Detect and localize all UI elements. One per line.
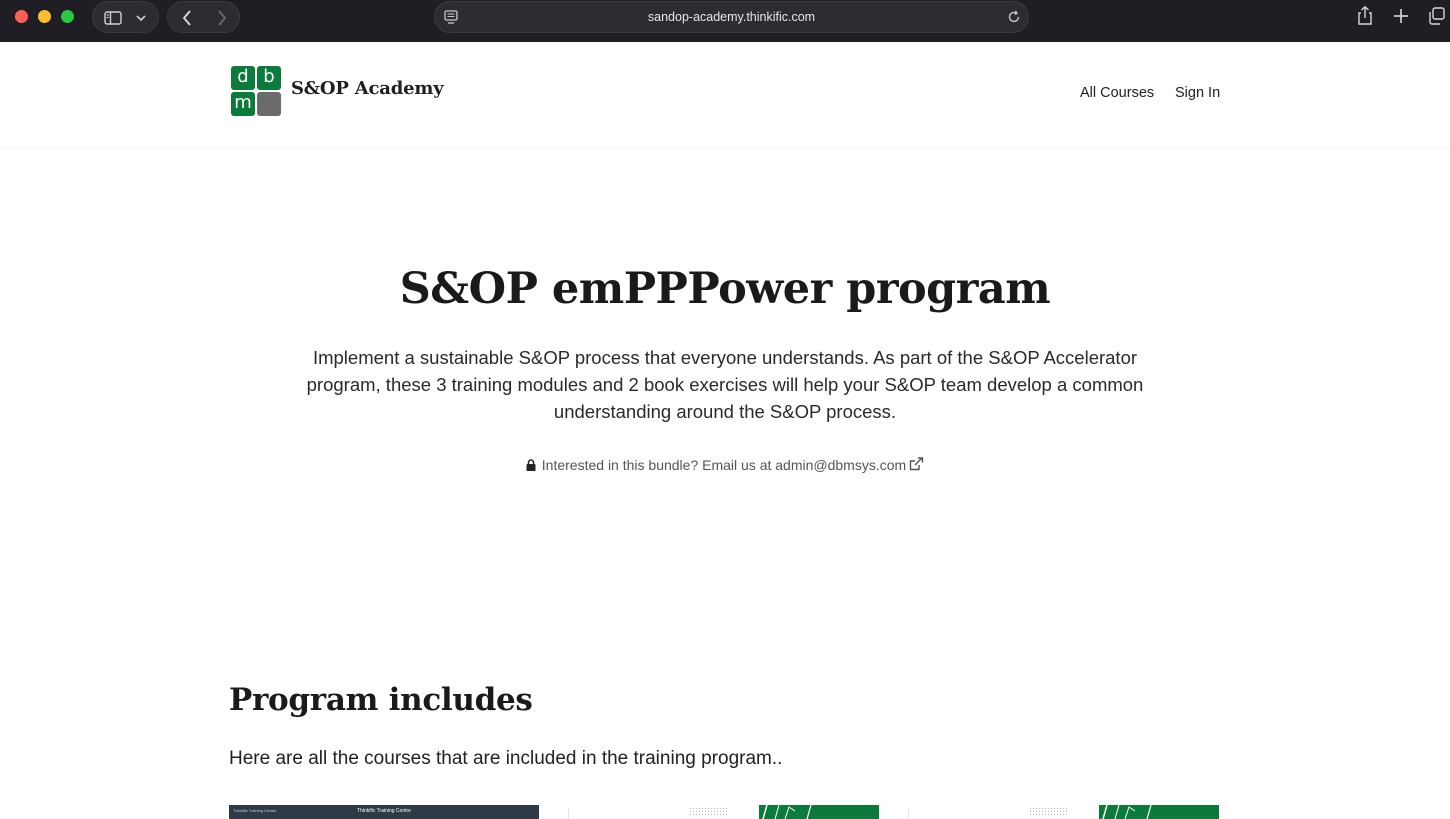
new-tab-icon[interactable]: [1391, 5, 1411, 32]
page-title: S&OP emPPPower program: [399, 264, 1051, 314]
nav-sign-in[interactable]: Sign In: [1175, 85, 1220, 101]
card-dot-pattern: [689, 807, 729, 817]
program-section-title: Program includes: [229, 682, 533, 718]
bundle-note-text[interactable]: Interested in this bundle? Email us at a…: [542, 457, 906, 473]
minimize-window-button[interactable]: [38, 10, 51, 23]
address-bar[interactable]: sandop-academy.thinkific.com: [434, 1, 1029, 33]
logo-cell-d: d: [231, 66, 255, 90]
close-window-button[interactable]: [15, 10, 28, 23]
card-thumbnail: [1099, 805, 1219, 819]
logo-cell-b: b: [257, 66, 281, 90]
course-card[interactable]: [569, 805, 879, 819]
course-card[interactable]: [909, 805, 1219, 819]
tab-overview-icon[interactable]: [1427, 5, 1447, 32]
external-link-icon[interactable]: [909, 457, 924, 474]
course-card[interactable]: Thinkific Training Center Thinkific Trai…: [229, 805, 539, 819]
hero-description: Implement a sustainable S&OP process tha…: [306, 347, 1144, 422]
logo-cell-gray: [257, 92, 281, 116]
browser-toolbar: sandop-academy.thinkific.com: [0, 0, 1450, 42]
lock-icon: [526, 458, 536, 474]
url-text: sandop-academy.thinkific.com: [647, 10, 816, 24]
forward-icon[interactable]: [212, 2, 232, 34]
card-header-center: Thinkific Training Centre: [357, 808, 411, 814]
chevron-down-icon[interactable]: [133, 2, 149, 34]
program-section-subtitle: Here are all the courses that are includ…: [229, 748, 783, 769]
logo-cell-m: m: [231, 92, 255, 116]
reload-icon[interactable]: [1006, 9, 1022, 30]
sidebar-icon[interactable]: [102, 2, 124, 34]
sidebar-toggle-group: [92, 1, 159, 33]
card-thumbnail: [759, 805, 879, 819]
history-nav-group: [167, 1, 240, 33]
site-header: d b m S&OP Academy All Courses Sign In: [0, 42, 1450, 146]
back-icon[interactable]: [177, 2, 197, 34]
site-logo[interactable]: d b m: [231, 66, 283, 116]
bundle-note[interactable]: Interested in this bundle? Email us at a…: [0, 457, 1450, 474]
brand-name[interactable]: S&OP Academy: [291, 78, 444, 99]
nav-all-courses[interactable]: All Courses: [1080, 85, 1154, 101]
card-dot-pattern: [1029, 807, 1069, 817]
share-icon[interactable]: [1355, 5, 1375, 32]
page-content: d b m S&OP Academy All Courses Sign In S…: [0, 42, 1450, 819]
zoom-window-button[interactable]: [61, 10, 74, 23]
